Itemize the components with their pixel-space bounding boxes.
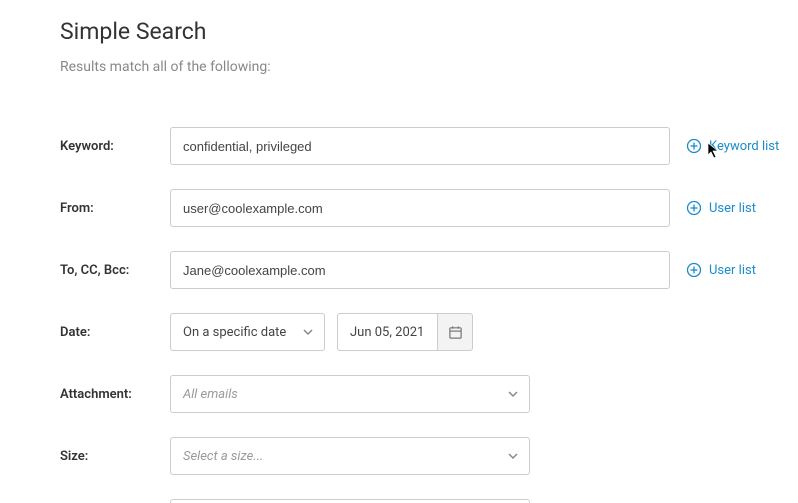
label-date: Date: (60, 325, 170, 340)
keyword-list-label: Keyword list (709, 139, 779, 154)
date-picker-button[interactable] (437, 313, 473, 351)
page-title: Simple Search (60, 18, 798, 45)
size-placeholder: Select a size... (183, 449, 507, 464)
date-range-select[interactable]: On a specific date (170, 313, 325, 351)
row-size: Size: Select a size... (60, 437, 798, 475)
to-user-list-link[interactable]: User list (686, 262, 756, 278)
label-from: From: (60, 201, 170, 216)
row-keyword: Keyword: Keyword list (60, 127, 798, 165)
from-input[interactable] (170, 189, 670, 227)
attachment-select[interactable]: All emails (170, 375, 530, 413)
to-input[interactable] (170, 251, 670, 289)
size-select[interactable]: Select a size... (170, 437, 530, 475)
chevron-down-icon (507, 450, 519, 462)
from-user-list-link[interactable]: User list (686, 200, 756, 216)
label-size: Size: (60, 449, 170, 464)
attachment-placeholder: All emails (183, 387, 507, 402)
subtitle: Results match all of the following: (60, 59, 798, 75)
keyword-list-link[interactable]: Keyword list (686, 138, 779, 154)
plus-circle-icon (686, 262, 702, 278)
chevron-down-icon (507, 388, 519, 400)
label-attachment: Attachment: (60, 387, 170, 402)
row-attachment: Attachment: All emails (60, 375, 798, 413)
row-to: To, CC, Bcc: User list (60, 251, 798, 289)
row-date: Date: On a specific date Jun 05, 2021 (60, 313, 798, 351)
from-user-list-label: User list (709, 201, 756, 216)
hold-select[interactable]: Select a hold reason... (170, 499, 530, 503)
date-value-input[interactable]: Jun 05, 2021 (337, 313, 437, 351)
chevron-down-icon (302, 326, 314, 338)
row-from: From: User list (60, 189, 798, 227)
to-user-list-label: User list (709, 263, 756, 278)
plus-circle-icon (686, 200, 702, 216)
plus-circle-icon (686, 138, 702, 154)
label-keyword: Keyword: (60, 139, 170, 154)
keyword-input[interactable] (170, 127, 670, 165)
date-range-value: On a specific date (183, 325, 302, 340)
date-value-text: Jun 05, 2021 (350, 325, 424, 340)
label-to: To, CC, Bcc: (60, 263, 170, 278)
row-hold: Hold: Select a hold reason... (60, 499, 798, 503)
calendar-icon (448, 325, 463, 340)
